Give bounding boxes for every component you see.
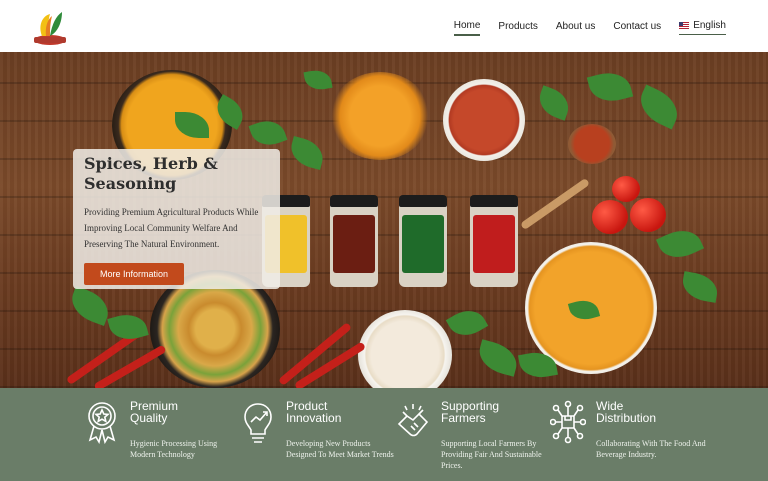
- network-box-icon: [550, 400, 586, 444]
- wooden-spoon-image: [519, 177, 591, 231]
- feature-premium-quality: Premium Quality Hygienic Processing Using…: [84, 388, 244, 481]
- feature-supporting-farmers: Supporting Farmers Supporting Local Farme…: [395, 388, 555, 481]
- feature-product-innovation: Product Innovation Developing New Product…: [240, 388, 400, 481]
- spoon-chili-image: [568, 124, 616, 164]
- feature-title: Wide Distribution: [596, 399, 657, 425]
- herb-leaf-image: [534, 85, 574, 121]
- feature-description: Collaborating With The Food And Beverage…: [596, 439, 706, 459]
- hero-info-card: Spices, Herb & Seasoning Providing Premi…: [73, 149, 280, 289]
- white-rice-bowl-image: [358, 310, 452, 388]
- award-badge-icon: [88, 402, 116, 444]
- nav-home[interactable]: Home: [453, 17, 481, 36]
- curry-powder-pile-image: [330, 72, 430, 160]
- herb-leaf-image: [655, 222, 705, 266]
- us-flag-icon: [679, 22, 690, 29]
- language-selector[interactable]: English: [679, 17, 726, 35]
- feature-title: Premium Quality: [130, 399, 179, 425]
- language-label: English: [693, 20, 726, 31]
- spice-jar: [399, 195, 447, 287]
- tomato-image: [630, 198, 666, 232]
- feature-wide-distribution: Wide Distribution Collaborating With The …: [550, 388, 720, 481]
- herb-leaf-image: [287, 136, 327, 170]
- brand-logo[interactable]: [32, 6, 68, 46]
- spice-jar: [330, 195, 378, 287]
- hero-banner: Spices, Herb & Seasoning Providing Premi…: [0, 52, 768, 388]
- lightbulb-growth-icon: [244, 403, 272, 443]
- nav-products[interactable]: Products: [498, 18, 537, 35]
- feature-description: Developing New Products Designed To Meet…: [286, 439, 394, 459]
- hero-description: Providing Premium Agricultural Products …: [84, 207, 259, 249]
- feature-description: Hygienic Processing Using Modern Technol…: [130, 439, 218, 459]
- herb-leaf-image: [680, 271, 720, 303]
- hero-title: Spices, Herb & Seasoning: [84, 154, 218, 193]
- herb-leaf-image: [633, 84, 685, 130]
- handshake-icon: [397, 404, 429, 437]
- spice-jar: [470, 195, 518, 287]
- herb-leaf-image: [248, 115, 288, 151]
- main-nav: Home Products About us Contact us Englis…: [453, 0, 726, 52]
- herb-leaf-image: [445, 303, 489, 343]
- chili-powder-bowl-image: [443, 79, 525, 161]
- tomato-image: [592, 200, 628, 234]
- site-header: Home Products About us Contact us Englis…: [0, 0, 768, 53]
- herb-leaf-image: [586, 67, 634, 107]
- nav-contact-us[interactable]: Contact us: [613, 18, 661, 35]
- more-information-button[interactable]: More Information: [84, 263, 184, 285]
- feature-title: Supporting Farmers: [441, 399, 500, 425]
- feature-title: Product Innovation: [286, 399, 342, 425]
- feature-description: Supporting Local Farmers By Providing Fa…: [441, 439, 542, 470]
- features-bar: Premium Quality Hygienic Processing Using…: [0, 388, 768, 481]
- nav-about-us[interactable]: About us: [556, 18, 595, 35]
- herb-leaf-image: [475, 339, 521, 377]
- herb-leaf-image: [303, 67, 333, 93]
- tomato-image: [612, 176, 640, 202]
- herb-leaf-image: [107, 309, 149, 345]
